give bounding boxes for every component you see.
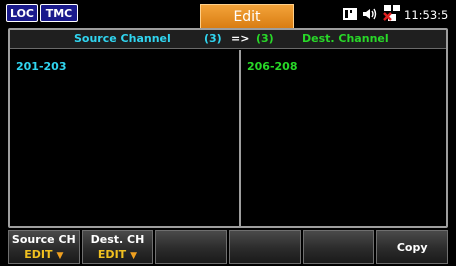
dest-count: (3) xyxy=(256,32,274,45)
source-channel-header: Source Channel xyxy=(74,32,171,45)
loc-badge: LOC xyxy=(6,4,38,22)
submenu-arrow-icon: ▼ xyxy=(56,251,64,261)
dest-channel-list: 206-208 xyxy=(247,60,298,73)
source-channel-list: 201-203 xyxy=(16,60,67,73)
copy-label: Copy xyxy=(396,241,428,254)
source-channel-pane[interactable]: 201-203 xyxy=(10,50,241,226)
tmc-badge: TMC xyxy=(40,4,78,22)
channel-table: Source Channel (3) => (3) Dest. Channel … xyxy=(8,28,448,228)
dest-ch-label: Dest. CH xyxy=(90,233,145,246)
source-count: (3) xyxy=(204,32,222,45)
mode-title: Edit xyxy=(200,4,294,28)
clock: 11:53:5 xyxy=(404,8,449,22)
status-icons xyxy=(342,4,406,26)
softkey-3[interactable] xyxy=(155,230,228,264)
table-header: Source Channel (3) => (3) Dest. Channel xyxy=(10,30,446,49)
copy-button[interactable]: Copy xyxy=(376,230,449,264)
status-bar: LOC TMC Edit 11:53:5 xyxy=(0,0,456,28)
source-ch-label: Source CH xyxy=(11,233,76,246)
dest-channel-pane[interactable]: 206-208 xyxy=(241,50,446,226)
softkey-bar: Source CH EDIT ▼ Dest. CH EDIT ▼ Copy xyxy=(8,230,449,264)
network-icon xyxy=(382,4,402,26)
speaker-icon xyxy=(362,6,378,25)
submenu-arrow-icon: ▼ xyxy=(130,251,138,261)
source-ch-edit-button[interactable]: Source CH EDIT ▼ xyxy=(8,230,80,264)
dest-ch-edit-button[interactable]: Dest. CH EDIT ▼ xyxy=(81,230,154,264)
dest-ch-sub: EDIT ▼ xyxy=(97,248,138,261)
softkey-4[interactable] xyxy=(229,230,301,264)
copy-arrow: => xyxy=(231,32,250,45)
softkey-5[interactable] xyxy=(302,230,375,264)
sd-card-icon xyxy=(342,6,358,25)
dest-channel-header: Dest. Channel xyxy=(302,32,389,45)
source-ch-sub: EDIT ▼ xyxy=(24,248,64,261)
